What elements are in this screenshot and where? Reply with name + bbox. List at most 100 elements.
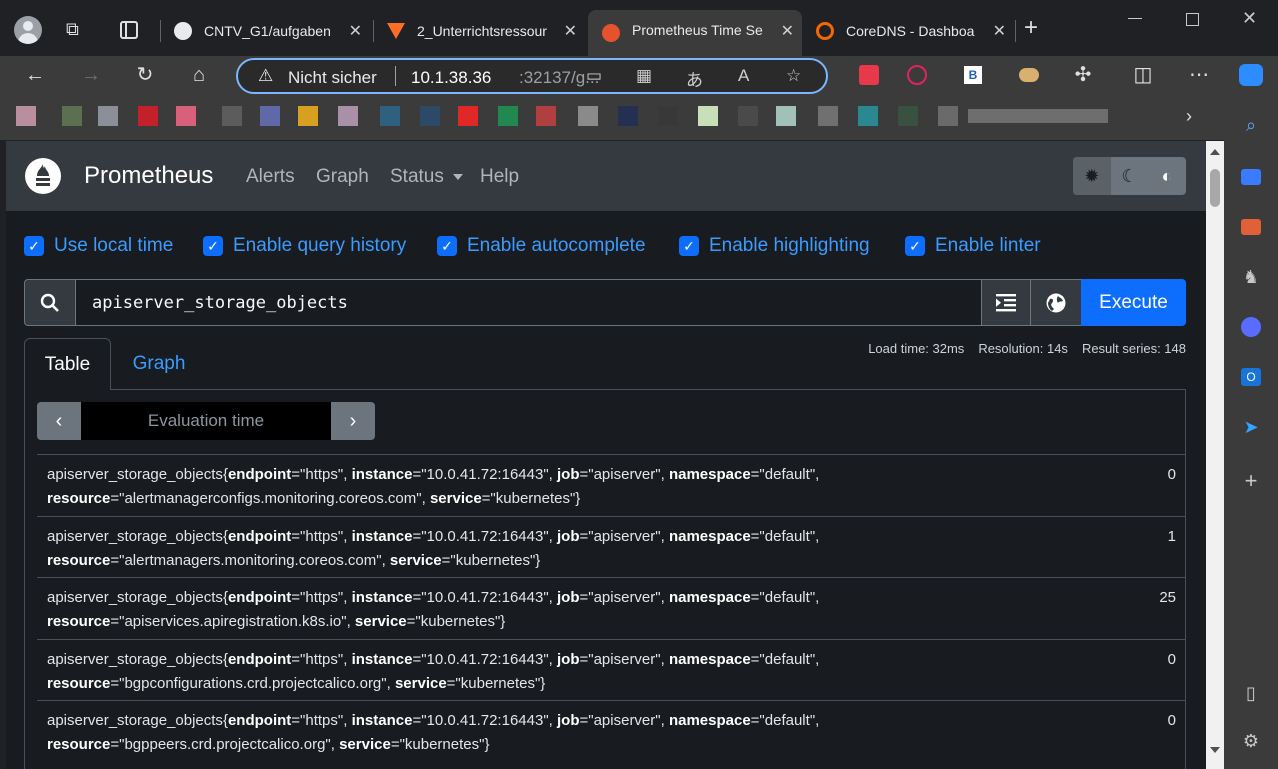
address-bar[interactable]: ⚠ Nicht sicher 10.1.38.36 :32137/g... ▭ …: [236, 58, 828, 94]
scroll-down-arrow-icon[interactable]: [1210, 747, 1220, 753]
warning-icon[interactable]: ⚠: [258, 66, 273, 86]
bookmark-item[interactable]: [818, 106, 838, 126]
option-linter[interactable]: ✓ Enable linter: [905, 235, 1041, 257]
nav-status[interactable]: Status: [390, 166, 464, 188]
m365-icon[interactable]: [1238, 314, 1264, 340]
light-theme-sun-icon[interactable]: ✹: [1073, 157, 1111, 195]
tab-gitlab[interactable]: 2_Unterrichtsressour ✕: [373, 12, 585, 50]
favorite-star-icon[interactable]: ☆: [786, 66, 801, 86]
app-available-icon[interactable]: ▭: [586, 66, 602, 86]
extension-mask-icon[interactable]: [1016, 62, 1042, 88]
sidebar-toggle-icon[interactable]: ▯: [1238, 680, 1264, 706]
prometheus-logo-icon[interactable]: [24, 157, 62, 195]
bookmark-item[interactable]: [298, 106, 318, 126]
outlook-icon[interactable]: O: [1238, 364, 1264, 390]
tab-github[interactable]: CNTV_G1/aufgaben ✕: [160, 12, 370, 50]
nav-graph[interactable]: Graph: [316, 166, 369, 188]
bookmark-item[interactable]: [776, 106, 796, 126]
translate-icon[interactable]: あ: [686, 66, 703, 91]
collections-icon[interactable]: ⧉: [66, 19, 88, 41]
minimize-button[interactable]: [1128, 18, 1142, 19]
execute-button[interactable]: Execute: [1081, 279, 1186, 326]
bookmark-item[interactable]: [536, 106, 556, 126]
bookmark-item[interactable]: [458, 106, 478, 126]
bookmark-item[interactable]: [498, 106, 518, 126]
extensions-puzzle-icon[interactable]: ✣: [1070, 62, 1096, 88]
extension-b-icon[interactable]: B: [960, 62, 986, 88]
extension-red-icon[interactable]: [856, 62, 882, 88]
search-icon[interactable]: ⌕: [1238, 112, 1264, 138]
forward-icon[interactable]: →: [78, 62, 104, 88]
add-icon[interactable]: +: [1238, 468, 1264, 494]
tools-briefcase-icon[interactable]: [1238, 214, 1264, 240]
vertical-tabs-icon[interactable]: [120, 21, 138, 39]
bookmark-item[interactable]: [578, 106, 598, 126]
bookmark-item[interactable]: [968, 109, 1108, 123]
new-tab-button[interactable]: +: [1024, 14, 1038, 42]
shopping-tag-icon[interactable]: [1238, 164, 1264, 190]
url-host[interactable]: 10.1.38.36: [411, 68, 491, 88]
chevron-right-icon[interactable]: ›: [331, 402, 375, 440]
bookmark-item[interactable]: [380, 106, 400, 126]
bookmark-item[interactable]: [62, 106, 82, 126]
bookmark-item[interactable]: [898, 106, 918, 126]
bookmark-item[interactable]: [618, 106, 638, 126]
bookmark-item[interactable]: [858, 106, 878, 126]
page-scrollbar[interactable]: [1206, 141, 1224, 769]
brand-title[interactable]: Prometheus: [84, 162, 213, 190]
scrollbar-thumb[interactable]: [1210, 169, 1220, 207]
bookmark-item[interactable]: [420, 106, 440, 126]
chevron-left-icon[interactable]: ‹: [37, 402, 81, 440]
bookmark-item[interactable]: [176, 106, 196, 126]
nav-alerts[interactable]: Alerts: [246, 166, 295, 188]
format-expression-icon[interactable]: [981, 279, 1031, 326]
send-icon[interactable]: ➤: [1238, 414, 1264, 440]
dark-theme-moon-icon[interactable]: ☾: [1111, 157, 1149, 195]
checkbox-checked-icon[interactable]: ✓: [437, 236, 457, 256]
tab-grafana[interactable]: CoreDNS - Dashboa ✕: [802, 12, 1014, 50]
metrics-explorer-globe-icon[interactable]: [1030, 279, 1082, 326]
bookmark-item[interactable]: [138, 106, 158, 126]
maximize-button[interactable]: [1186, 13, 1199, 26]
tab-graph[interactable]: Graph: [114, 338, 204, 390]
close-icon[interactable]: ✕: [564, 21, 577, 41]
security-label[interactable]: Nicht sicher: [288, 68, 377, 88]
checkbox-checked-icon[interactable]: ✓: [24, 236, 44, 256]
bookmark-item[interactable]: [658, 106, 678, 126]
evaluation-time-input[interactable]: Evaluation time: [81, 402, 331, 440]
bookmark-item[interactable]: [260, 106, 280, 126]
scroll-up-arrow-icon[interactable]: [1210, 149, 1220, 155]
bookmark-item[interactable]: [938, 106, 958, 126]
bookmark-item[interactable]: [16, 106, 36, 126]
close-icon[interactable]: ✕: [349, 21, 362, 41]
bookmark-item[interactable]: [98, 106, 118, 126]
home-icon[interactable]: ⌂: [186, 62, 212, 88]
nav-help[interactable]: Help: [480, 166, 519, 188]
checkbox-checked-icon[interactable]: ✓: [203, 236, 223, 256]
read-aloud-icon[interactable]: A: [738, 66, 749, 86]
bookmark-item[interactable]: [738, 106, 758, 126]
option-highlighting[interactable]: ✓ Enable highlighting: [679, 235, 870, 257]
option-use-local-time[interactable]: ✓ Use local time: [24, 235, 173, 257]
more-menu-icon[interactable]: ⋯: [1186, 62, 1212, 88]
checkbox-checked-icon[interactable]: ✓: [679, 236, 699, 256]
copilot-icon[interactable]: [1238, 62, 1264, 88]
chevron-right-icon[interactable]: ›: [1186, 106, 1192, 127]
extensions-grid-icon[interactable]: ▦: [636, 66, 652, 86]
auto-theme-half-circle-icon[interactable]: ◐: [1148, 157, 1186, 195]
extension-play-icon[interactable]: [904, 62, 930, 88]
back-icon[interactable]: ←: [22, 62, 48, 88]
profile-avatar[interactable]: [14, 16, 42, 44]
tab-prometheus[interactable]: Prometheus Time Se ✕: [588, 10, 802, 56]
close-icon[interactable]: ✕: [781, 21, 794, 41]
tab-table[interactable]: Table: [24, 338, 111, 390]
checkbox-checked-icon[interactable]: ✓: [905, 236, 925, 256]
bookmark-item[interactable]: [698, 106, 718, 126]
split-screen-icon[interactable]: ◫: [1130, 62, 1156, 88]
bookmark-item[interactable]: [338, 106, 358, 126]
expression-input[interactable]: apiserver_storage_objects: [75, 279, 982, 326]
option-query-history[interactable]: ✓ Enable query history: [203, 235, 406, 257]
refresh-icon[interactable]: ↻: [132, 62, 158, 88]
close-icon[interactable]: ✕: [993, 21, 1006, 41]
option-autocomplete[interactable]: ✓ Enable autocomplete: [437, 235, 646, 257]
